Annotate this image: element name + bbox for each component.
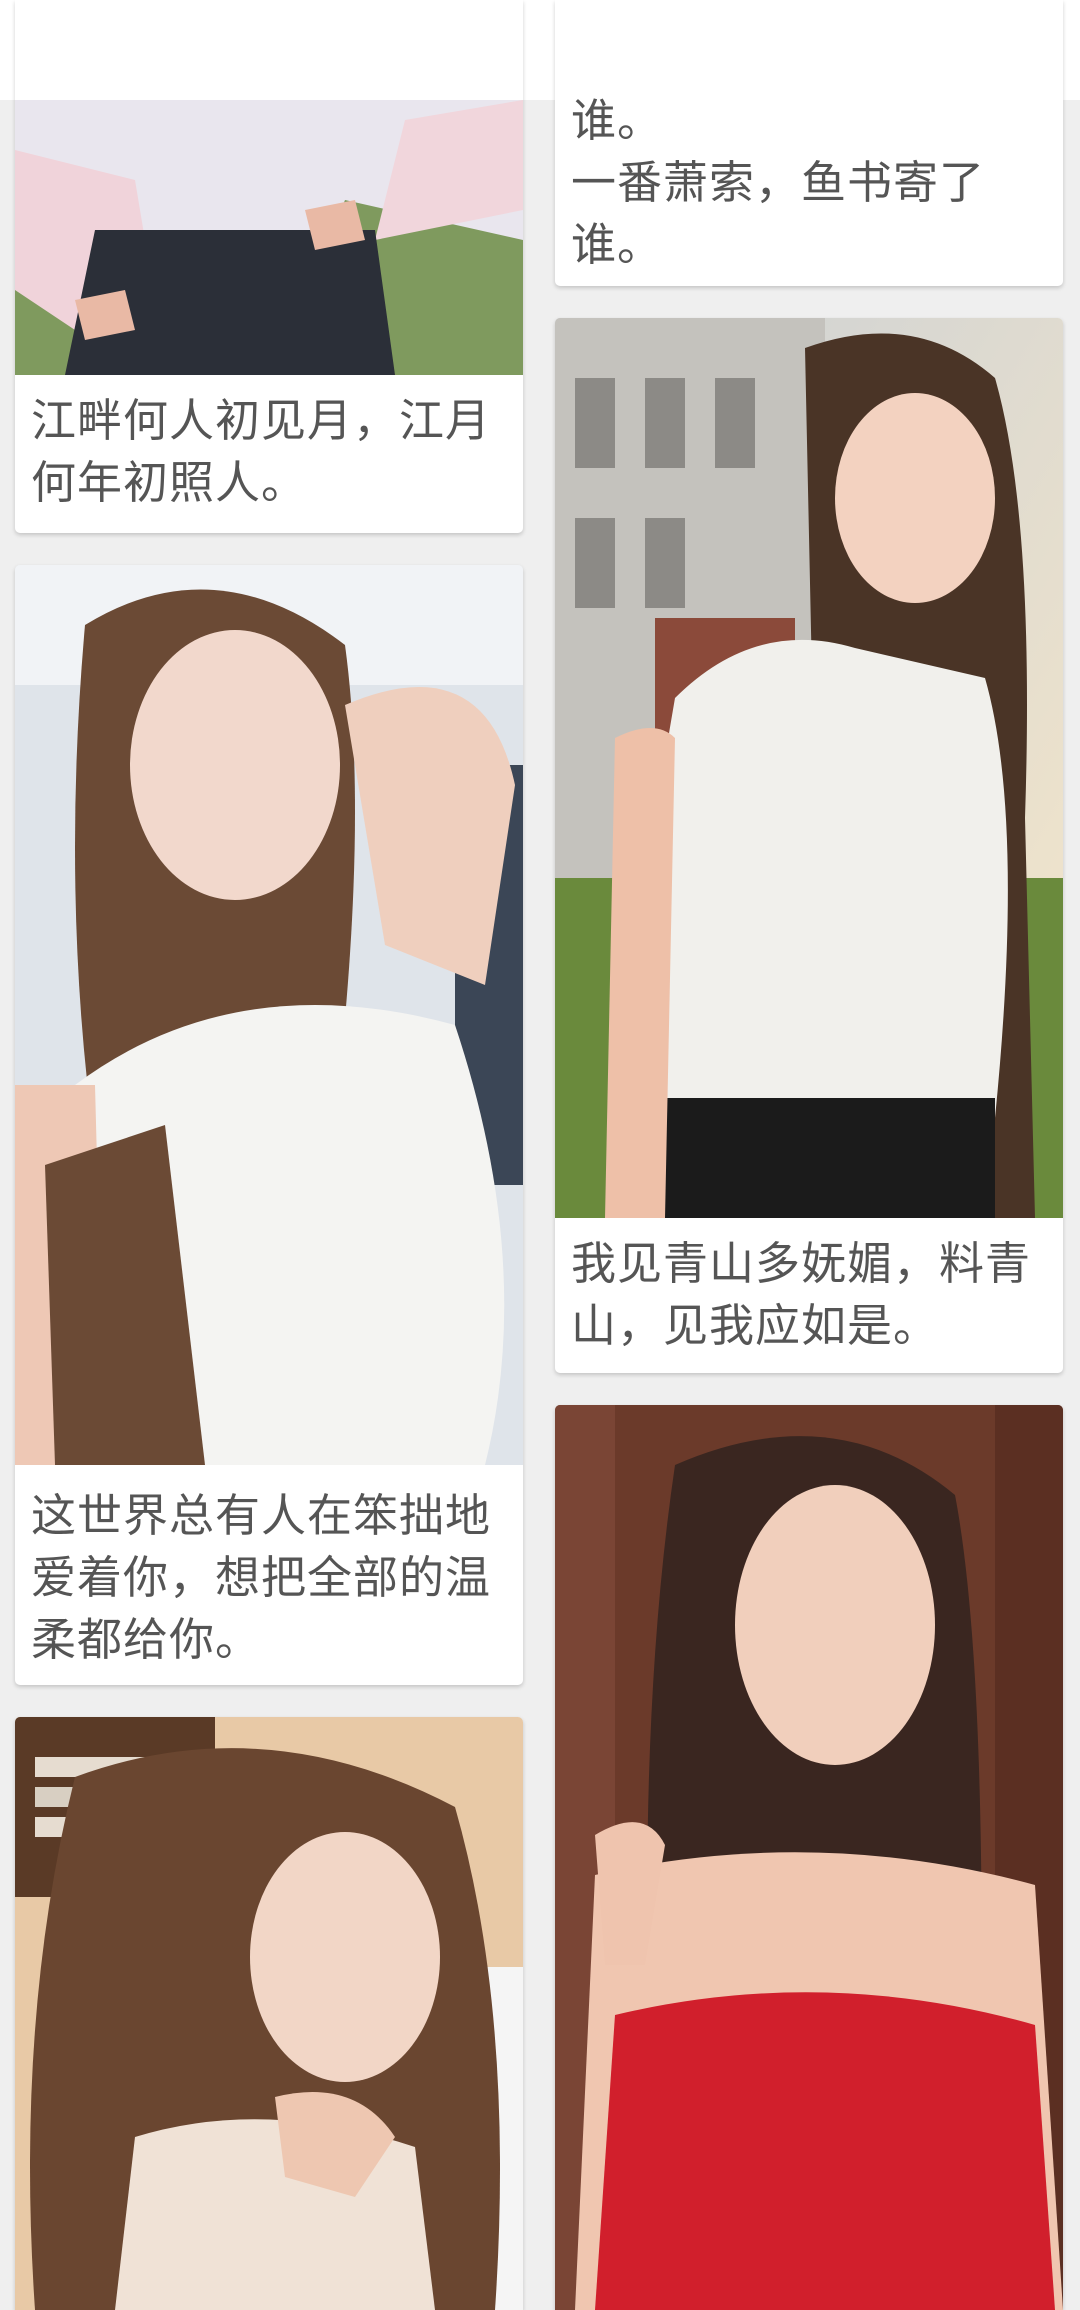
card-caption: 我见青山多妩媚，料青 山，见我应如是。	[571, 1233, 1051, 1357]
photo-image	[555, 1405, 1063, 2310]
photo-image	[555, 318, 1063, 1218]
card-caption: 这世界总有人在笨拙地 爱着你，想把全部的温 柔都给你。	[31, 1485, 511, 1671]
caption-line: 江畔何人初见月，江月	[31, 394, 492, 447]
caption-line: 柔都给你。	[31, 1613, 262, 1666]
photo-image	[15, 565, 523, 1465]
feed-card[interactable]	[555, 1405, 1063, 2310]
feed-card[interactable]: 江畔何人初见月，江月 何年初照人。	[15, 0, 523, 533]
caption-line: 山，见我应如是。	[571, 1299, 940, 1352]
caption-line: 谁。	[571, 94, 664, 147]
photo-image	[15, 0, 523, 375]
feed-card[interactable]: 谁。 一番萧索，鱼书寄了 谁。	[555, 0, 1063, 286]
caption-line: 这世界总有人在笨拙地	[31, 1489, 492, 1542]
card-caption: 谁。 一番萧索，鱼书寄了 谁。	[571, 90, 1051, 276]
card-caption: 江畔何人初见月，江月 何年初照人。	[31, 390, 511, 514]
feed-card[interactable]	[15, 1717, 523, 2310]
feed-card[interactable]: 这世界总有人在笨拙地 爱着你，想把全部的温 柔都给你。	[15, 565, 523, 1685]
caption-line: 何年初照人。	[31, 456, 308, 509]
photo-image	[15, 1717, 523, 2310]
caption-line: 我见青山多妩媚，料青	[571, 1237, 1032, 1290]
caption-line: 一番萧索，鱼书寄了	[571, 156, 986, 209]
feed-card[interactable]: 我见青山多妩媚，料青 山，见我应如是。	[555, 318, 1063, 1373]
caption-line: 谁。	[571, 218, 664, 271]
caption-line: 爱着你，想把全部的温	[31, 1551, 492, 1604]
